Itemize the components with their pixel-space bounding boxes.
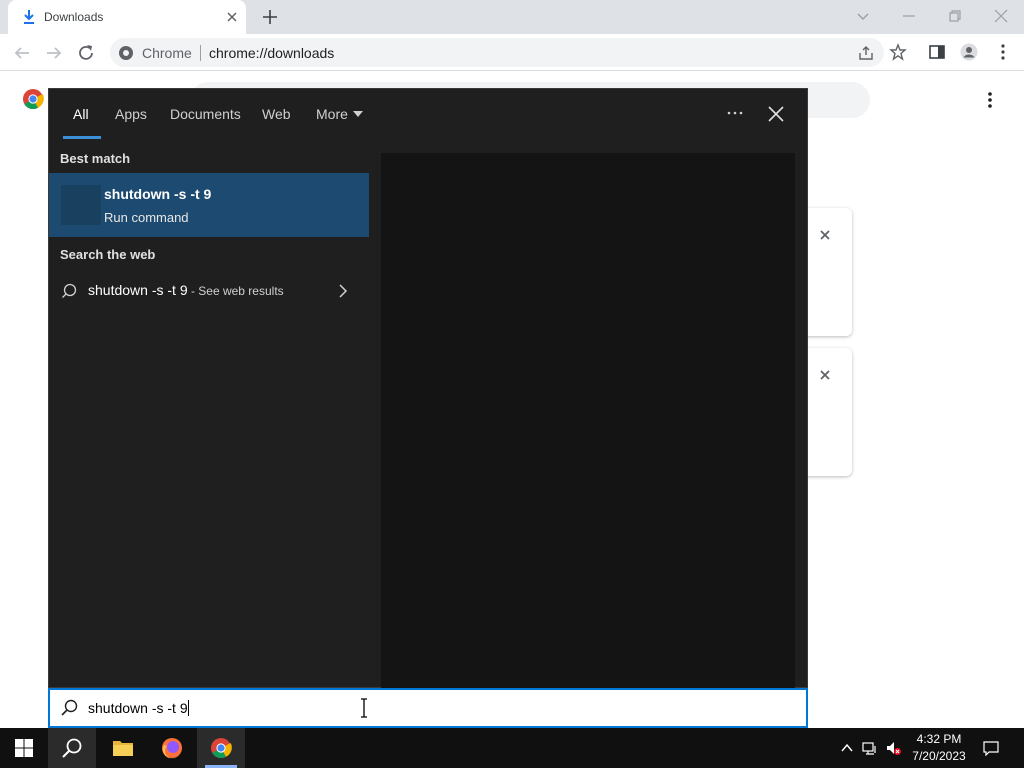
download-icon	[24, 10, 34, 24]
taskbar-clock[interactable]: 4:32 PM 7/20/2023	[905, 731, 973, 765]
web-query: shutdown -s -t 9	[88, 282, 188, 298]
close-search-icon[interactable]	[767, 105, 785, 123]
profile-avatar-icon[interactable]	[960, 43, 978, 61]
start-search-panel: All Apps Documents Web More Best match s…	[48, 88, 808, 689]
taskbar-firefox[interactable]	[148, 728, 196, 768]
web-result-row[interactable]: shutdown -s -t 9 - See web results	[49, 279, 369, 311]
tab-more[interactable]: More	[316, 106, 348, 122]
forward-icon[interactable]	[43, 42, 65, 64]
best-match-heading: Best match	[60, 151, 131, 166]
taskbar-chrome[interactable]	[197, 728, 245, 768]
tab-search-icon[interactable]	[853, 6, 873, 26]
browser-titlebar: Downloads	[0, 0, 1024, 34]
address-bar[interactable]: Chrome chrome://downloads	[110, 38, 884, 67]
taskbar-file-explorer[interactable]	[98, 728, 146, 768]
tab-apps[interactable]: Apps	[115, 106, 147, 122]
omnibox-site-label: Chrome	[142, 45, 192, 61]
browser-menu-icon[interactable]	[994, 43, 1012, 61]
restore-icon[interactable]	[945, 6, 965, 26]
taskbar-search-input[interactable]: shutdown -s -t 9	[48, 688, 808, 728]
remove-download-icon[interactable]	[818, 228, 832, 242]
taskbar-search-button[interactable]	[48, 728, 96, 768]
more-options-icon[interactable]	[725, 105, 745, 121]
caret-down-icon	[353, 111, 363, 117]
windows-logo-icon	[15, 739, 33, 757]
search-icon	[61, 699, 78, 716]
search-icon	[62, 738, 82, 758]
tab-web[interactable]: Web	[262, 106, 291, 122]
tab-all[interactable]: All	[73, 106, 89, 122]
bookmark-star-icon[interactable]	[889, 43, 907, 61]
chevron-up-icon[interactable]	[839, 740, 855, 756]
preview-pane	[381, 153, 795, 689]
close-tab-icon[interactable]	[224, 9, 240, 25]
omnibox-separator	[200, 45, 201, 61]
reload-icon[interactable]	[75, 42, 97, 64]
best-match-subtitle: Run command	[104, 210, 189, 225]
minimize-icon[interactable]	[899, 6, 919, 26]
tab-title: Downloads	[44, 10, 104, 24]
best-match-result[interactable]: shutdown -s -t 9 Run command	[49, 173, 369, 237]
active-tab-indicator	[63, 136, 101, 139]
share-icon[interactable]	[858, 45, 874, 61]
browser-toolbar: Chrome chrome://downloads	[0, 34, 1024, 71]
network-icon[interactable]	[862, 740, 878, 756]
back-icon[interactable]	[11, 42, 33, 64]
run-command-icon	[61, 185, 101, 225]
clock-date: 7/20/2023	[912, 749, 966, 763]
downloads-menu-icon[interactable]	[982, 90, 998, 110]
tab-downloads[interactable]: Downloads	[8, 0, 246, 34]
chevron-right-icon[interactable]	[337, 283, 349, 299]
omnibox-url[interactable]: chrome://downloads	[209, 45, 334, 61]
volume-muted-icon[interactable]	[885, 740, 901, 756]
chrome-logo-icon	[23, 89, 44, 110]
tab-documents[interactable]: Documents	[170, 106, 241, 122]
side-panel-icon[interactable]	[928, 43, 946, 61]
search-input-value: shutdown -s -t 9	[88, 700, 189, 716]
firefox-icon	[162, 738, 182, 759]
web-result-text: shutdown -s -t 9 - See web results	[88, 282, 284, 298]
remove-download-icon[interactable]	[818, 368, 832, 382]
windows-taskbar: 4:32 PM 7/20/2023	[0, 728, 1024, 768]
chrome-site-icon	[119, 46, 133, 60]
new-tab-button[interactable]	[261, 8, 279, 26]
search-filter-tabs: All Apps Documents Web More	[49, 89, 807, 141]
best-match-title: shutdown -s -t 9	[104, 186, 212, 202]
chrome-icon	[211, 738, 232, 759]
start-button[interactable]	[0, 728, 48, 768]
notifications-icon[interactable]	[983, 740, 999, 756]
text-cursor-icon	[361, 698, 367, 718]
close-window-icon[interactable]	[991, 6, 1011, 26]
web-search-icon	[62, 283, 77, 298]
search-web-heading: Search the web	[60, 247, 156, 262]
web-result-suffix: - See web results	[187, 284, 284, 298]
folder-icon	[113, 741, 133, 756]
results-list: Best match shutdown -s -t 9 Run command …	[49, 141, 369, 689]
clock-time: 4:32 PM	[916, 732, 962, 746]
